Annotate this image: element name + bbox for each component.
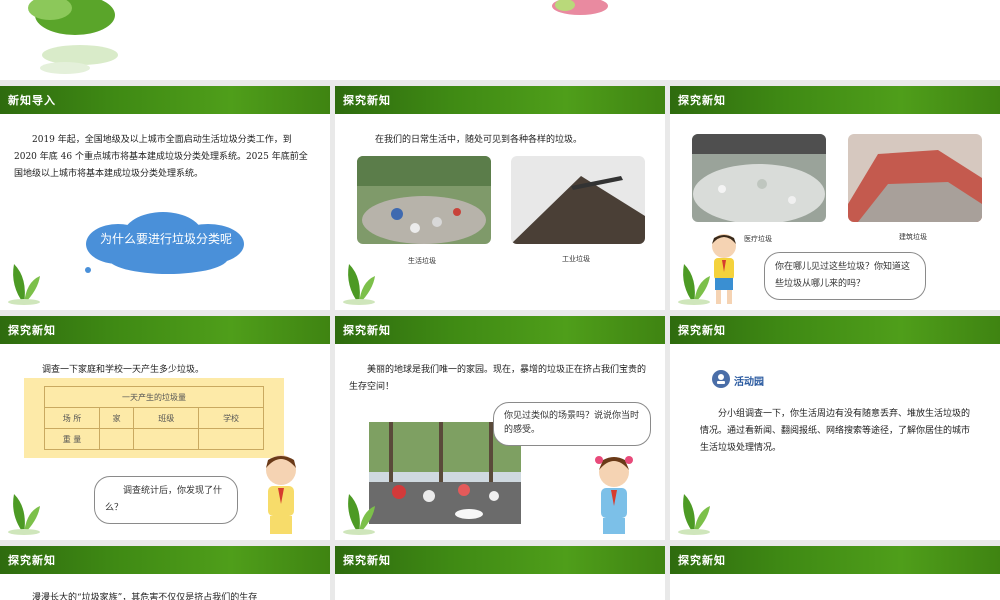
slide-title: 探究新知 (8, 554, 56, 567)
slide-paragraph: 2019 年起，全国地级及以上城市全面启动生活垃圾分类工作，到 2020 年底 … (14, 135, 308, 179)
survey-table: 一天产生的垃圾量 场 所 家 班级 学校 重 量 (44, 386, 264, 450)
slide-thumbnail-1[interactable]: 新知导入 2019 年起，全国地级及以上城市全面启动生活垃圾分类工作，到 202… (0, 86, 330, 310)
industrial-waste-photo (511, 156, 645, 244)
slide-thumbnail-9[interactable]: 探究新知 (670, 546, 1000, 600)
flower-decoration-icon (552, 0, 608, 15)
leaf-icon (678, 264, 710, 305)
top-slide-partial[interactable] (0, 0, 1000, 80)
slide-header-bar: 探究新知 (335, 316, 665, 344)
speech-bubble: 你在哪儿见过这些垃圾？你知道这些垃圾从哪儿来的吗？ (764, 252, 926, 300)
boy-character-icon (266, 455, 296, 534)
slide-paragraph: 漫漫长大的“垃圾家族”，其危害不仅仅是挤占我们的生存 (32, 593, 258, 600)
survey-table-card: 一天产生的垃圾量 场 所 家 班级 学校 重 量 (24, 378, 284, 458)
speech-bubble: 调查统计后，你发现了什么？ (94, 476, 238, 524)
table-cell: 重 量 (44, 428, 100, 450)
slide-thumbnail-5[interactable]: 探究新知 美丽的地球是我们唯一的家园。现在，暴增的垃圾正在挤占我们宝贵的生存空间… (335, 316, 665, 540)
speech-bubble: 你见过类似的场景吗？说说你当时的感受。 (493, 402, 651, 446)
table-cell (198, 428, 264, 450)
slide-paragraph: 美丽的地球是我们唯一的家园。现在，暴增的垃圾正在挤占我们宝贵的生存空间！ (349, 365, 647, 392)
slide-title: 新知导入 (8, 94, 56, 107)
construction-waste-photo (848, 134, 982, 222)
slide-thumbnail-4[interactable]: 探究新知 调查一下家庭和学校一天产生多少垃圾。 一天产生的垃圾量 场 所 家 班… (0, 316, 330, 540)
slide-paragraph: 分小组调查一下，你生活周边有没有随意丢弃、堆放生活垃圾的情况。通过看新闻、翻阅报… (700, 409, 971, 453)
medical-waste-photo (692, 134, 826, 222)
activity-icon (712, 370, 730, 388)
leaf-icon (343, 494, 375, 535)
table-row: 重 量 (44, 428, 264, 450)
slide-header-bar: 探究新知 (0, 316, 330, 344)
slide-thumbnail-7[interactable]: 探究新知 漫漫长大的“垃圾家族”，其危害不仅仅是挤占我们的生存 (0, 546, 330, 600)
slide-header-bar: 探究新知 (670, 546, 1000, 574)
slide-header-bar: 新知导入 (0, 86, 330, 114)
activity-label: 活动园 (734, 377, 764, 388)
cloud-question-text: 为什么要进行垃圾分类呢 (100, 232, 233, 246)
table-title: 一天产生的垃圾量 (44, 386, 264, 408)
slide-header-bar: 探究新知 (335, 546, 665, 574)
leaf-icon (8, 494, 40, 535)
slide-thumbnail-3[interactable]: 探究新知 医疗垃圾 建筑垃圾 你在哪儿见过这些垃圾？你知道这些垃圾从哪儿来的吗？ (670, 86, 1000, 310)
slide-header-bar: 探究新知 (0, 546, 330, 574)
table-row: 场 所 家 班级 学校 (44, 407, 264, 429)
photo-caption: 生活垃圾 (408, 257, 436, 265)
leaf-icon (343, 264, 375, 305)
slide-title: 探究新知 (343, 554, 391, 567)
slide-title: 探究新知 (678, 554, 726, 567)
slide-title: 探究新知 (678, 94, 726, 107)
table-cell: 学校 (198, 407, 264, 429)
slide-title: 探究新知 (343, 324, 391, 337)
photo-caption: 医疗垃圾 (744, 235, 772, 243)
slide-thumbnail-6[interactable]: 探究新知 活动园 分小组调查一下，你生活周边有没有随意丢弃、堆放生活垃圾的情况。… (670, 316, 1000, 540)
slide-title: 探究新知 (343, 94, 391, 107)
slide-title: 探究新知 (8, 324, 56, 337)
slide-header-bar: 探究新知 (670, 316, 1000, 344)
slide-title: 探究新知 (678, 324, 726, 337)
slide-paragraph: 调查一下家庭和学校一天产生多少垃圾。 (42, 365, 205, 375)
photo-caption: 工业垃圾 (562, 255, 590, 263)
table-cell: 班级 (133, 407, 200, 429)
girl-character-icon (595, 456, 633, 534)
slide-header-bar: 探究新知 (335, 86, 665, 114)
leaf-decoration-icon (28, 0, 118, 74)
photo-caption: 建筑垃圾 (899, 233, 927, 241)
leaf-icon (678, 494, 710, 535)
table-cell: 场 所 (44, 407, 100, 429)
slide-thumbnail-8[interactable]: 探究新知 (335, 546, 665, 600)
slide-header-bar: 探究新知 (670, 86, 1000, 114)
table-cell (133, 428, 200, 450)
slide-thumbnail-2[interactable]: 探究新知 在我们的日常生活中，随处可见到各种各样的垃圾。 生活垃圾 工业垃圾 (335, 86, 665, 310)
table-cell (98, 428, 135, 450)
table-cell: 家 (98, 407, 135, 429)
household-waste-photo (357, 156, 491, 244)
leaf-icon (8, 264, 40, 305)
slide-paragraph: 在我们的日常生活中，随处可见到各种各样的垃圾。 (375, 135, 583, 145)
